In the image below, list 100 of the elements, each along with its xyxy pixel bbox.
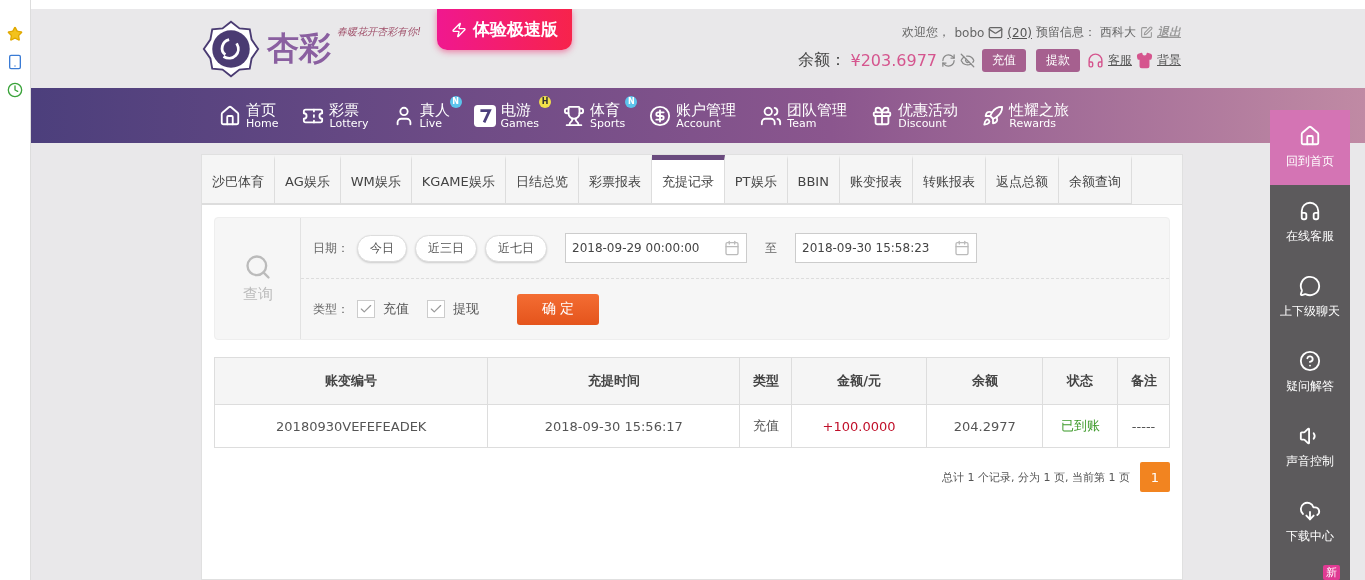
edit-icon[interactable] [1140,26,1153,39]
type-label: 类型： [313,300,349,318]
nav-title: 体育 [590,102,622,118]
table-cell: ----- [1117,404,1170,448]
shirt-icon[interactable] [1136,52,1153,69]
nav-title: 团队管理 [787,102,848,118]
withdraw-button[interactable]: 提款 [1036,49,1080,72]
gift-icon [871,104,894,127]
welcome-text: 欢迎您， [902,24,951,41]
report-tab[interactable]: KGAME娱乐 [411,155,506,204]
check-icon [429,302,443,316]
calendar-icon [724,240,740,256]
promo-badge[interactable]: 体验极速版 [437,9,572,50]
pagination-summary: 总计 1 个记录, 分为 1 页, 当前第 1 页 [942,469,1130,485]
report-tab[interactable]: BBIN [787,155,840,204]
report-tab[interactable]: 沙巴体育 [202,155,275,204]
report-tab[interactable]: 日结总览 [505,155,579,204]
date-label: 日期： [313,239,349,257]
nav-title: 电游 [500,102,532,118]
seven-tile-icon [473,104,496,127]
bolt-icon [451,21,467,38]
column-header: 类型 [739,357,792,405]
slogan: 春暖花开杏彩有你! [337,25,421,39]
column-header: 充提时间 [488,357,740,405]
column-header: 状态 [1042,357,1118,405]
clock-icon[interactable] [7,82,23,98]
nav-title: 账户管理 [676,102,737,118]
nav-item[interactable]: 首页 Home [211,88,295,143]
start-date-field[interactable]: 2018-09-29 00:00:00 [565,233,747,263]
nav-subtitle: Lottery [329,117,369,129]
chat-bubble-icon [1299,275,1321,297]
end-date-field[interactable]: 2018-09-30 15:58:23 [795,233,977,263]
report-tab[interactable]: PT娱乐 [724,155,788,204]
nav-item[interactable]: 电游 H Games [465,88,556,143]
trophy-icon [563,104,586,127]
headset-icon[interactable] [1087,52,1104,69]
report-tab[interactable]: 返点总额 [985,155,1059,204]
rocket-icon [982,104,1005,127]
nav-item[interactable]: 团队管理 Team [752,88,864,143]
table-cell: +100.0000 [791,404,927,448]
date-range-button[interactable]: 今日 [357,234,407,262]
table-cell: 2018-09-30 15:56:17 [488,404,740,448]
coin-icon [649,104,672,127]
nav-item[interactable]: 性耀之旅 Rewards [974,88,1086,143]
report-tab[interactable]: 账变报表 [839,155,913,204]
side-menu-label: 疑问解答 [1286,378,1334,395]
home-icon [219,104,241,127]
service-link[interactable]: 客服 [1108,52,1132,69]
table-cell: 20180930VEFEFEADEK [214,404,488,448]
eye-off-icon[interactable] [960,53,975,68]
type-checkbox[interactable] [357,300,375,318]
logo-icon [201,18,261,79]
report-tab[interactable]: 余额查询 [1058,155,1132,204]
help-icon [1299,350,1321,372]
nav-badge: H [539,95,552,108]
column-header: 账变编号 [214,357,488,405]
table-cell: 充值 [739,404,792,448]
nav-subtitle: Team [787,117,817,129]
side-menu-label: 上下级聊天 [1280,303,1340,320]
date-range-button[interactable]: 近三日 [415,234,477,262]
nav-subtitle: Sports [590,117,626,129]
nav-item[interactable]: 体育 N Sports [555,88,642,143]
balance-amount: ¥203.6977 [850,51,937,70]
query-label: 查询 [242,285,273,304]
nav-title: 彩票 [329,102,360,118]
deposit-button[interactable]: 充值 [982,49,1026,72]
to-label: 至 [765,239,777,257]
reserved-info-value: 西科大 [1100,24,1136,41]
nav-subtitle: Live [419,117,443,129]
side-menu-item[interactable]: 声音控制 [1270,410,1350,485]
start-date-value: 2018-09-29 00:00:00 [572,241,700,255]
nav-item[interactable]: 彩票 Lottery [294,88,385,143]
background-link[interactable]: 背景 [1157,52,1181,69]
side-menu-item[interactable]: 在线客服 [1270,185,1350,260]
nav-title: 性耀之旅 [1009,102,1070,118]
promo-text: 体验极速版 [473,18,558,41]
side-menu-label: 下载中心 [1286,528,1334,545]
star-icon[interactable] [7,26,23,42]
headset-icon [1299,200,1321,222]
side-menu-item[interactable]: 下载中心 [1270,485,1350,560]
side-menu-item[interactable]: 疑问解答 [1270,335,1350,410]
nav-item[interactable]: 优惠活动 Discount [863,88,975,143]
report-tab[interactable]: 转账报表 [912,155,986,204]
message-count-link[interactable]: (20) [1007,25,1032,40]
tablet-icon[interactable] [7,54,23,70]
cloud-download-icon [1299,500,1321,522]
report-tab[interactable]: AG娱乐 [275,155,341,204]
mail-icon[interactable] [988,25,1004,40]
side-menu-item[interactable]: 上下级聊天 [1270,260,1350,335]
table-cell: 已到账 [1042,404,1118,448]
search-icon [243,253,272,281]
report-tab[interactable]: 充提记录 [651,155,725,204]
nav-item[interactable]: 账户管理 Account [641,88,753,143]
report-tab[interactable]: WM娱乐 [340,155,412,204]
report-tab[interactable]: 彩票报表 [578,155,652,204]
refresh-icon[interactable] [941,53,956,68]
date-range-button[interactable]: 近七日 [485,234,547,262]
type-checkbox[interactable] [427,300,445,318]
column-header: 余额 [926,357,1043,405]
nav-title: 首页 [246,102,277,118]
